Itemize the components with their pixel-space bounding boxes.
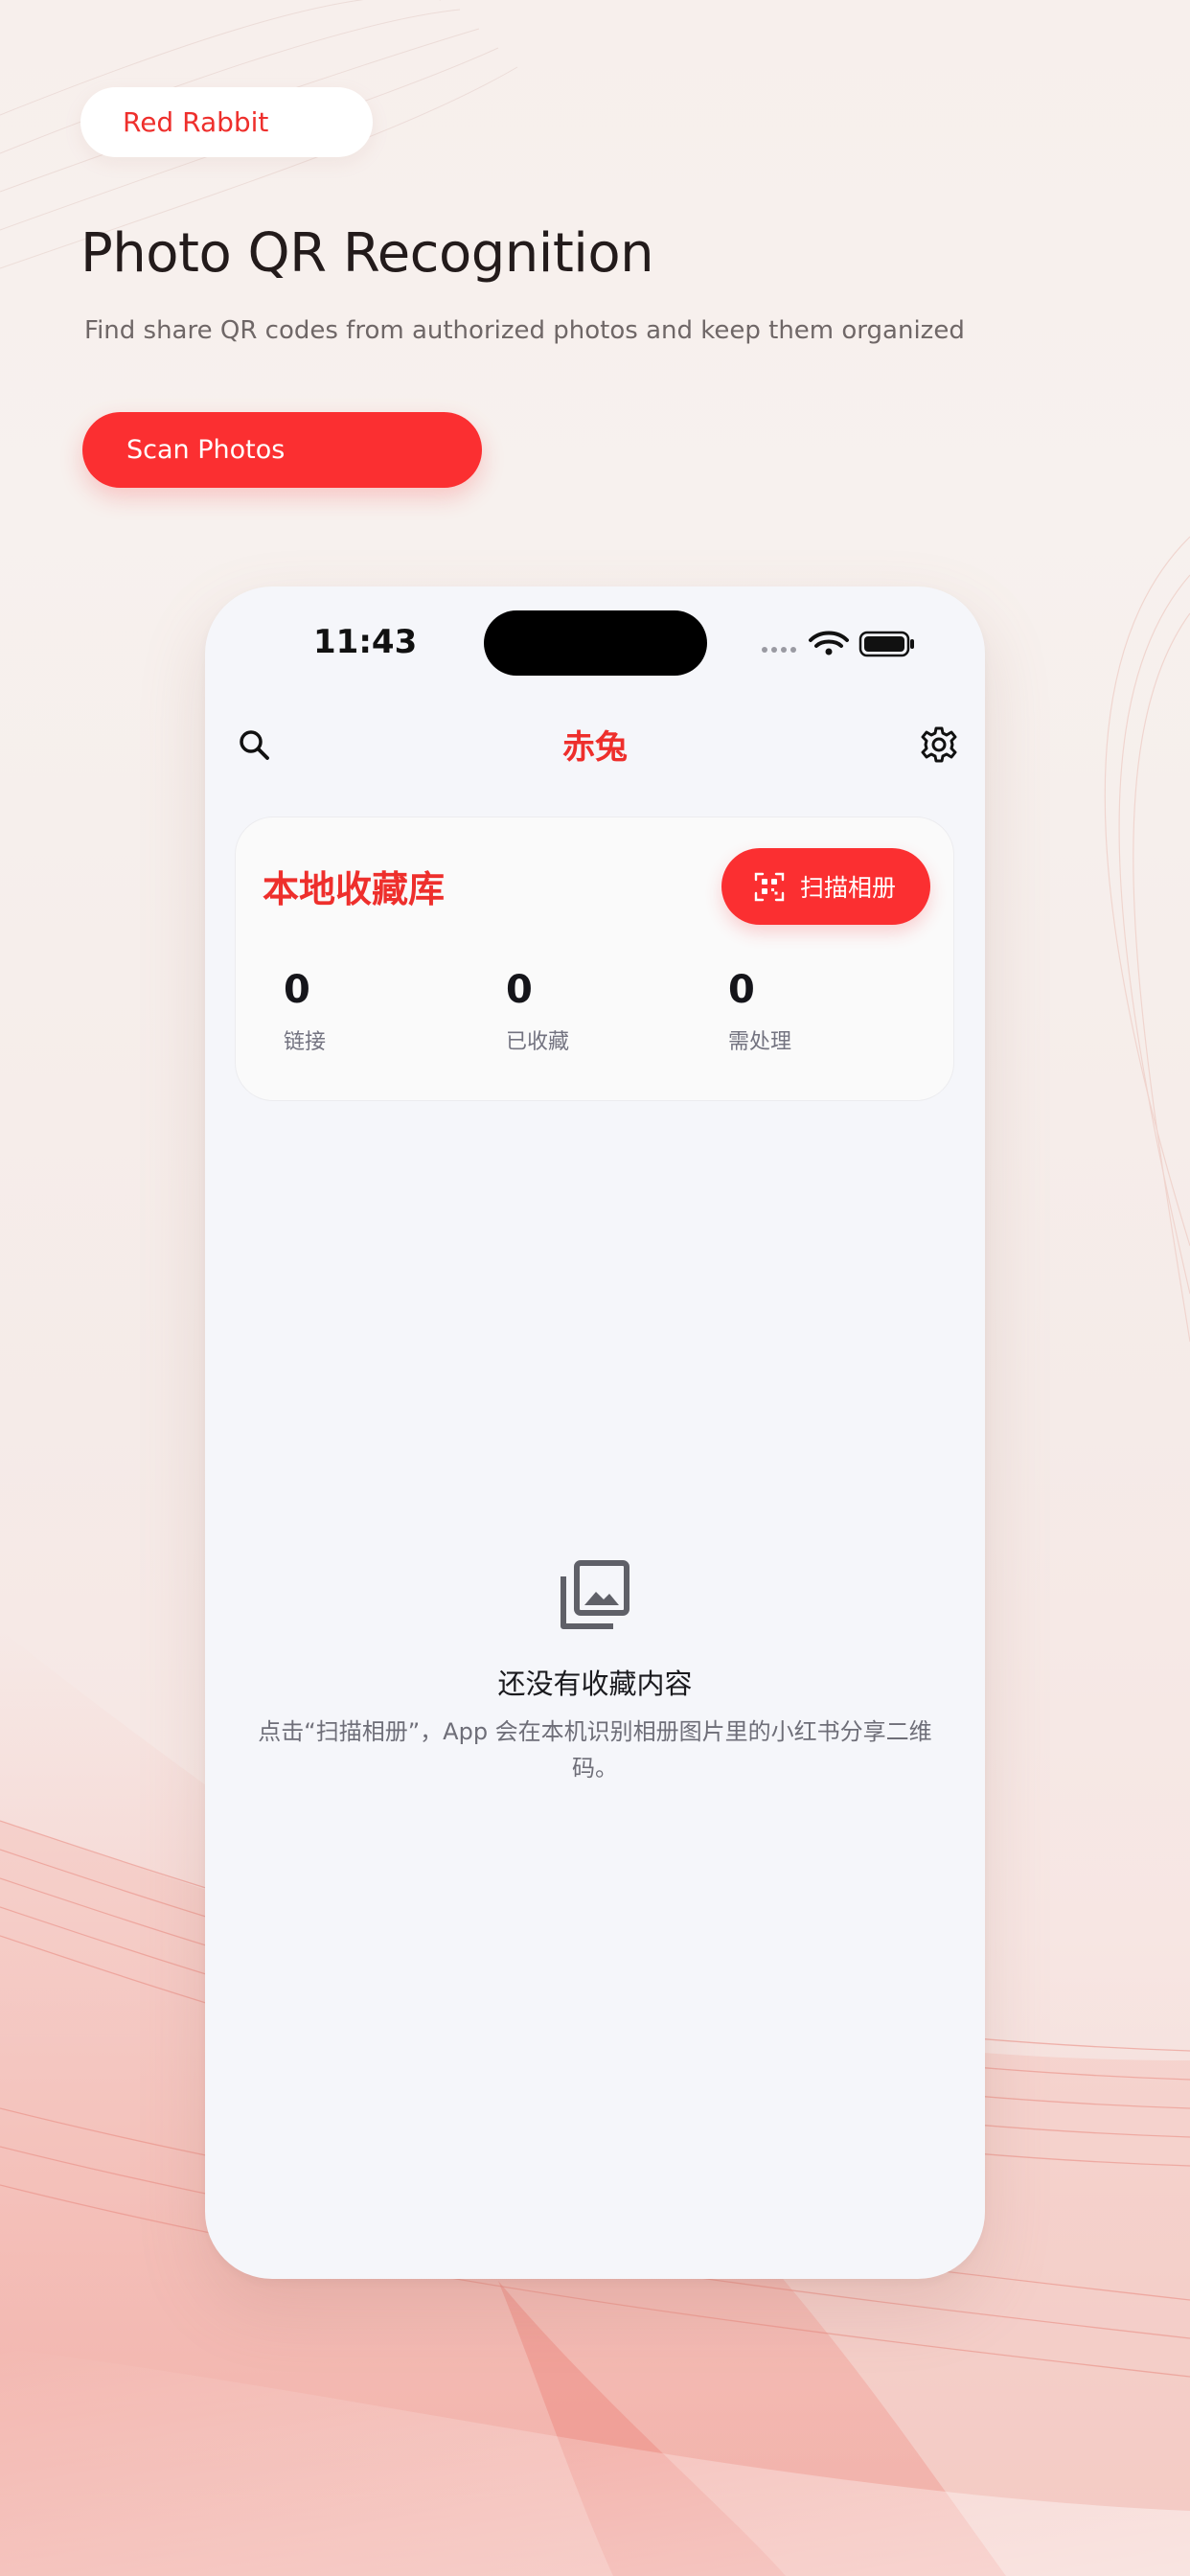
stat-saved-label: 已收藏 <box>506 1030 570 1054</box>
battery-icon <box>858 631 914 657</box>
qr-scan-icon <box>754 872 785 902</box>
status-icons <box>762 631 914 657</box>
dynamic-island <box>484 610 707 676</box>
scan-photos-button[interactable]: Scan Photos <box>82 412 482 488</box>
stat-pending: 0 需处理 <box>728 971 791 1055</box>
stat-pending-value: 0 <box>728 968 755 1012</box>
stat-links: 0 链接 <box>284 971 326 1055</box>
empty-description: 点击“扫描相册”，App 会在本机识别相册图片里的小红书分享二维码。 <box>258 1718 932 1782</box>
nav-title: 赤兔 <box>562 728 628 767</box>
settings-button[interactable] <box>905 711 973 778</box>
photo-library-icon <box>561 1560 629 1629</box>
stat-saved: 0 已收藏 <box>506 971 569 1055</box>
stat-saved-value: 0 <box>506 968 533 1012</box>
phone-mockup: 11:43 赤兔 本地收藏库 扫描相册 0 链接 0 已收藏 0 需处理 还没有… <box>205 586 985 2279</box>
stat-pending-label: 需处理 <box>728 1030 792 1054</box>
stat-links-label: 链接 <box>284 1030 327 1054</box>
wifi-icon <box>809 631 849 648</box>
status-time: 11:43 <box>313 623 418 661</box>
hero-title: Photo QR Recognition <box>80 222 654 285</box>
hero-subtitle: Find share QR codes from authorized phot… <box>84 316 965 345</box>
scan-album-button[interactable]: 扫描相册 <box>721 848 930 925</box>
library-title: 本地收藏库 <box>263 868 446 910</box>
brand-name: Red Rabbit <box>123 106 269 138</box>
library-card: 本地收藏库 扫描相册 0 链接 0 已收藏 0 需处理 <box>235 816 954 1101</box>
stat-links-value: 0 <box>284 968 310 1012</box>
empty-title: 还没有收藏内容 <box>497 1668 693 1700</box>
scan-photos-label: Scan Photos <box>126 435 286 465</box>
scan-album-label: 扫描相册 <box>800 874 897 902</box>
signal-dots-icon <box>762 647 796 653</box>
gear-icon <box>921 726 957 763</box>
brand-pill: Red Rabbit <box>80 87 373 157</box>
